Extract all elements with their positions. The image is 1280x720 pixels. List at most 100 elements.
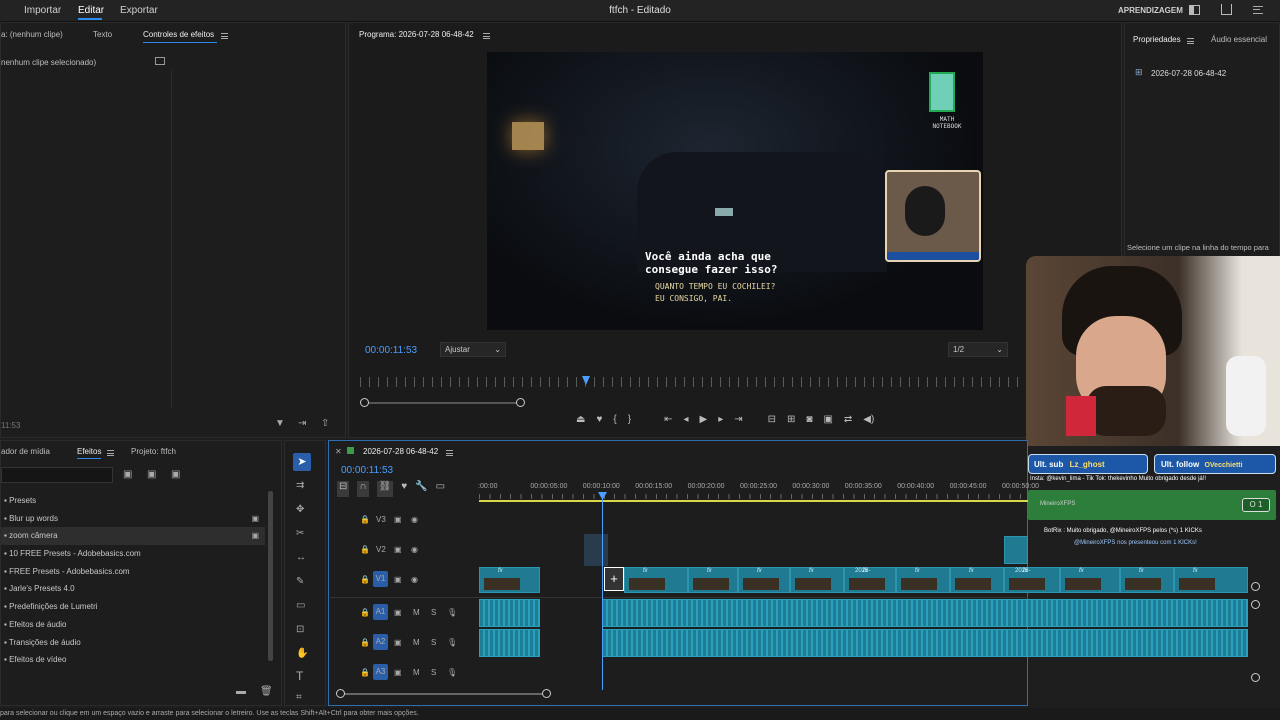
mute-button[interactable]: M (413, 638, 420, 647)
list-item[interactable]: ▪ Transições de áudio (1, 634, 265, 652)
menu-icon[interactable] (1253, 6, 1263, 16)
new-folder-icon[interactable]: ▬ (236, 687, 246, 697)
solo-button[interactable]: S (431, 668, 436, 677)
video-clip[interactable]: fx 2026- (1004, 567, 1060, 593)
snap-icon[interactable]: ∩ (357, 481, 369, 497)
zoom-handle-right[interactable] (516, 398, 525, 407)
sync-icon[interactable]: ▣ (394, 545, 402, 554)
eye-icon[interactable]: ◉ (411, 515, 418, 524)
video-frame[interactable]: MATH NOTEBOOK Você ainda acha que conseg… (487, 52, 983, 330)
ripple-edit-icon[interactable]: ✥ (296, 505, 304, 515)
video-clip[interactable]: fx (896, 567, 950, 593)
razor-icon[interactable]: ✂ (296, 529, 304, 539)
trash-icon[interactable]: 🗑 (260, 687, 273, 697)
properties-menu-icon[interactable] (1187, 36, 1194, 46)
marker-icon[interactable]: ♥ (596, 414, 602, 428)
audio-clip[interactable] (602, 629, 1248, 657)
track-label-a2[interactable]: A2 (373, 634, 388, 650)
v2-clip[interactable] (1004, 536, 1028, 564)
mute-button[interactable]: M (413, 668, 420, 677)
list-item[interactable]: ▪ Efeitos de áudio (1, 616, 265, 634)
list-item[interactable]: ▪ Efeitos de vídeo (1, 651, 265, 669)
track-label-v3[interactable]: V3 (376, 515, 386, 524)
lock-icon[interactable]: 🔒 (360, 608, 370, 617)
video-clip[interactable]: fx (479, 567, 540, 593)
list-item[interactable]: ▪ Blur up words ▣ (1, 510, 265, 528)
text-tab[interactable]: Texto (93, 30, 112, 39)
32bit-icon[interactable]: ▣ (147, 470, 156, 480)
zoom-bar[interactable] (364, 402, 520, 404)
extract-icon[interactable]: ⏏ (576, 414, 585, 428)
video-clip[interactable]: fx 2026- (844, 567, 896, 593)
lock-icon[interactable]: 🔒 (360, 638, 370, 647)
video-clip[interactable]: fx (688, 567, 738, 593)
v-scroll-handle[interactable] (1251, 582, 1260, 591)
resolution-dropdown[interactable]: 1/2 ⌄ (948, 342, 1008, 357)
video-clip[interactable]: fx (738, 567, 790, 593)
play-icon[interactable]: ▶ (700, 414, 708, 428)
list-item[interactable]: ▪ zoom câmera ▣ (1, 527, 265, 546)
video-clip[interactable]: fx (950, 567, 1004, 593)
go-to-in-icon[interactable]: ⇤ (664, 414, 672, 428)
camera-icon[interactable]: ◙ (806, 414, 812, 428)
program-ruler[interactable] (360, 377, 1024, 387)
track-select-icon[interactable]: ⇉ (296, 481, 304, 491)
audio-icon[interactable]: ◀) (863, 414, 874, 428)
transform-icon[interactable]: ⊡ (296, 625, 304, 635)
audio-clip[interactable] (602, 599, 1248, 627)
list-item[interactable]: ▪ Jarle's Presets 4.0 (1, 580, 265, 598)
mute-button[interactable]: M (413, 608, 420, 617)
list-item[interactable]: ▪ 10 FREE Presets - Adobebasics.com (1, 545, 265, 563)
proxy-icon[interactable]: ⇄ (844, 414, 852, 428)
effect-controls-tab[interactable]: Controles de efeitos (143, 30, 214, 39)
sync-icon[interactable]: ▣ (394, 638, 402, 647)
slip-icon[interactable]: ↔ (296, 553, 306, 563)
effects-tab[interactable]: Efeitos (77, 447, 101, 456)
track-label-v1[interactable]: V1 (373, 571, 388, 587)
share-icon[interactable]: ⇧ (321, 419, 329, 429)
lock-icon[interactable]: 🔒 (360, 545, 370, 554)
type-icon[interactable]: T (296, 670, 303, 682)
effects-scrollbar[interactable] (268, 491, 273, 661)
mic-icon[interactable]: 🎙 (447, 638, 457, 647)
fit-dropdown[interactable]: Ajustar ⌄ (440, 342, 506, 357)
mic-icon[interactable]: 🎙 (447, 608, 457, 617)
nest-icon[interactable]: ⊟ (337, 481, 350, 497)
lock-icon[interactable]: 🔒 (360, 515, 370, 524)
effects-search-input[interactable] (1, 467, 113, 483)
list-item[interactable]: ▪ Predefinições de Lumetri (1, 598, 265, 616)
a-scroll-handle-bottom[interactable] (1251, 673, 1260, 682)
solo-button[interactable]: S (431, 638, 436, 647)
media-browser-tab[interactable]: ador de mídia (1, 447, 50, 456)
essential-audio-tab[interactable]: Áudio essencial (1211, 35, 1267, 44)
audio-clip[interactable] (479, 599, 540, 627)
track-label-v2[interactable]: V2 (376, 545, 386, 554)
video-clip[interactable]: fx (1174, 567, 1248, 593)
selection-tool-icon[interactable]: ➤ (293, 453, 311, 471)
sync-icon[interactable]: ▣ (394, 668, 402, 677)
overwrite-icon[interactable]: ⊞ (787, 414, 795, 428)
timeline-playhead[interactable] (602, 494, 603, 690)
sequence-menu-icon[interactable] (446, 448, 453, 458)
export-frame-icon[interactable]: ⇥ (298, 419, 306, 429)
pen-icon[interactable]: ✎ (296, 577, 304, 587)
project-tab[interactable]: Projeto: ftfch (131, 447, 176, 456)
video-clip[interactable]: fx (790, 567, 844, 593)
yuv-icon[interactable]: ▣ (171, 470, 180, 480)
program-menu-icon[interactable] (483, 31, 490, 41)
timeline-scrollbar[interactable] (340, 693, 546, 695)
program-timecode[interactable]: 00:00:11:53 (365, 345, 417, 356)
mic-icon[interactable]: 🎙 (447, 668, 457, 677)
eye-icon[interactable]: ◉ (411, 575, 418, 584)
eye-icon[interactable]: ◉ (411, 545, 418, 554)
filter-icon[interactable]: ▼ (275, 419, 285, 429)
caption-icon[interactable]: ⌗ (296, 693, 302, 703)
lock-icon[interactable]: 🔒 (360, 668, 370, 677)
sequence-tab[interactable]: 2026-07-28 06-48-42 (363, 447, 438, 456)
audio-clip[interactable] (479, 629, 540, 657)
work-area-bar[interactable] (479, 500, 1028, 502)
mark-out-icon[interactable]: } (628, 414, 631, 428)
scroll-handle-right[interactable] (542, 689, 551, 698)
list-item[interactable]: ▪ Presets (1, 492, 265, 510)
sync-icon[interactable]: ▣ (394, 575, 402, 584)
